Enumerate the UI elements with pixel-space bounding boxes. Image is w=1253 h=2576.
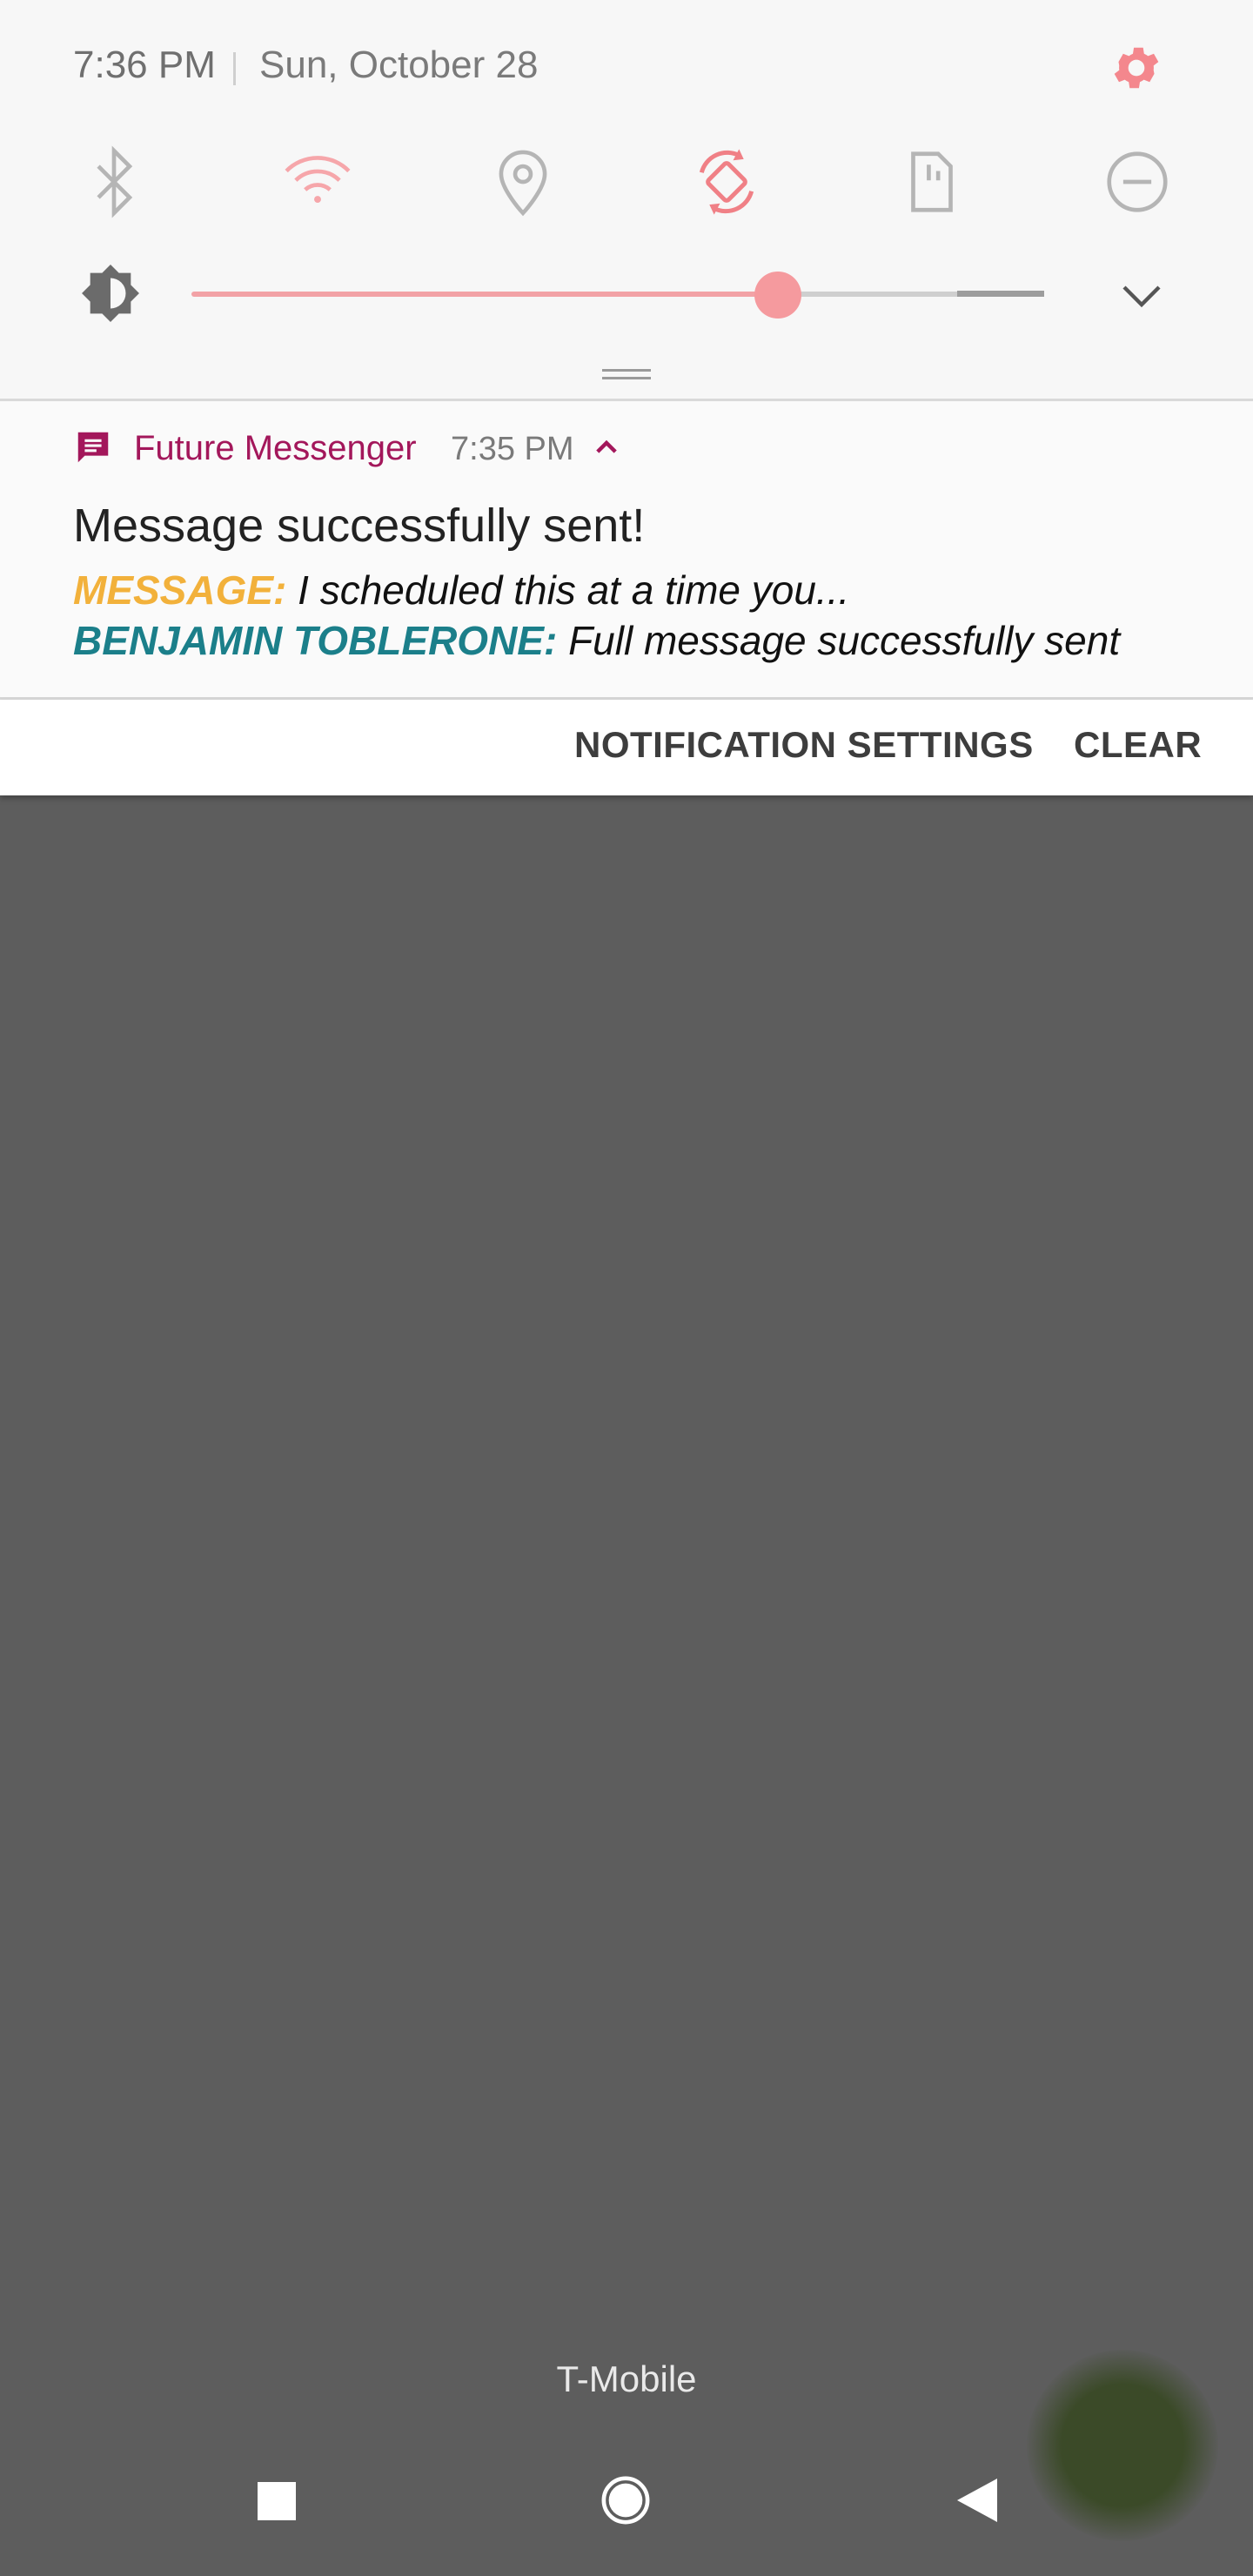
- message-text: I scheduled this at a time you...: [286, 567, 850, 613]
- notification-line: BENJAMIN TOBLERONE: Full message success…: [73, 617, 1120, 664]
- mobile-data-icon[interactable]: [895, 144, 969, 219]
- brightness-icon: [82, 265, 139, 322]
- chevron-down-icon[interactable]: [1117, 277, 1166, 315]
- message-icon: [77, 432, 109, 463]
- notification-title: Message successfully sent!: [73, 500, 646, 552]
- auto-rotate-icon[interactable]: [689, 144, 764, 219]
- notification-settings-button[interactable]: NOTIFICATION SETTINGS: [574, 724, 1034, 766]
- do-not-disturb-icon[interactable]: [1100, 144, 1175, 219]
- clear-button[interactable]: CLEAR: [1074, 724, 1202, 766]
- wifi-icon[interactable]: [280, 144, 355, 219]
- quick-settings-panel: 7:36 PM Sun, October 28: [0, 0, 1253, 399]
- carrier-label: T-Mobile: [556, 2358, 697, 2399]
- brightness-slider-thumb[interactable]: [754, 272, 801, 319]
- home-icon[interactable]: [600, 2475, 651, 2526]
- notification-time: 7:35 PM: [451, 431, 574, 467]
- recent-apps-icon[interactable]: [258, 2482, 296, 2520]
- date[interactable]: Sun, October 28: [259, 44, 538, 87]
- clock: 7:36 PM: [73, 44, 216, 86]
- drag-handle[interactable]: [602, 369, 651, 381]
- notification-line: MESSAGE: I scheduled this at a time you.…: [73, 567, 849, 614]
- sender-text: Full message successfully sent: [557, 618, 1121, 663]
- sender-label: BENJAMIN TOBLERONE:: [73, 618, 558, 663]
- notification-card[interactable]: Future Messenger 7:35 PM Message success…: [0, 401, 1253, 697]
- header-divider: [233, 52, 236, 85]
- location-icon[interactable]: [486, 144, 560, 219]
- back-icon[interactable]: [955, 2477, 999, 2524]
- navigation-bar: [0, 2454, 1253, 2576]
- brightness-slider-track[interactable]: [779, 292, 957, 297]
- chevron-up-icon[interactable]: [592, 433, 621, 462]
- brightness-slider-fill: [191, 292, 779, 297]
- notification-actions-bar: NOTIFICATION SETTINGS CLEAR: [0, 700, 1253, 795]
- bluetooth-icon[interactable]: [77, 144, 151, 219]
- settings-gear-icon[interactable]: [1109, 40, 1164, 96]
- brightness-slider-track-end: [957, 291, 1044, 297]
- app-name: Future Messenger: [134, 429, 417, 467]
- message-label: MESSAGE:: [73, 567, 287, 613]
